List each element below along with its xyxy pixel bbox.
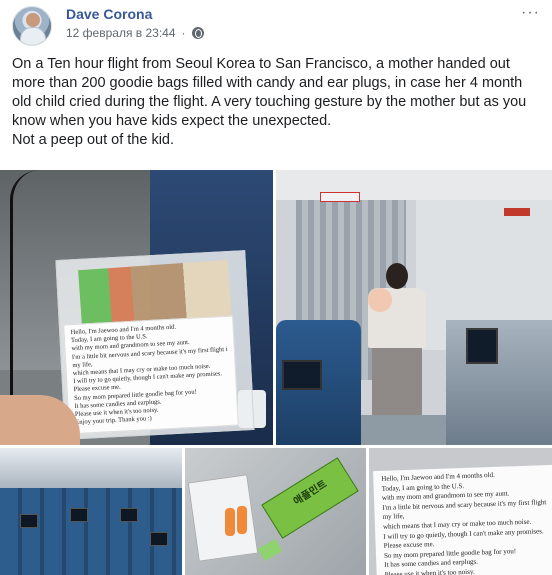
photo-bag-contents[interactable]: 애플민트 (185, 448, 366, 575)
author-name[interactable]: Dave Corona (66, 6, 152, 22)
note-closeup: Hello, I'm Jaewoo and I'm 4 months old. … (373, 464, 552, 575)
globe-icon[interactable] (191, 27, 204, 39)
author-avatar[interactable] (12, 6, 52, 46)
photo-note-closeup[interactable]: Hello, I'm Jaewoo and I'm 4 months old. … (369, 448, 552, 575)
facebook-post: Dave Corona 12 февраля в 23:44 · ··· On … (0, 0, 552, 575)
post-timestamp[interactable]: 12 февраля в 23:44 (66, 26, 176, 40)
goodie-bag-note: Hello, I'm Jaewoo and I'm 4 months old. … (63, 315, 239, 435)
photo-goodie-bag[interactable]: Hello, I'm Jaewoo and I'm 4 months old. … (0, 170, 273, 445)
more-options-icon[interactable]: ··· (521, 4, 540, 22)
photo-mother-in-cabin[interactable] (276, 170, 552, 445)
photo-cabin-rows[interactable] (0, 448, 182, 575)
post-text: On a Ten hour flight from Seoul Korea to… (12, 56, 527, 148)
post-meta: 12 февраля в 23:44 · (66, 26, 204, 40)
